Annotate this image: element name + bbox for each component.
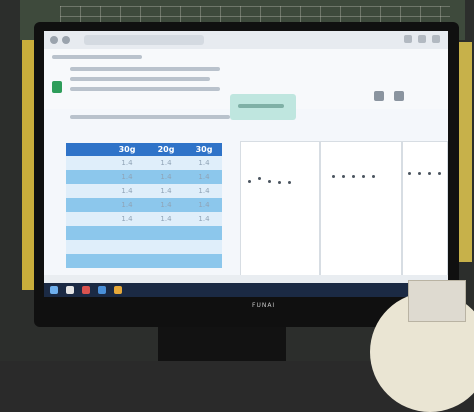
table-row: 1.4 1.4 1.4: [66, 198, 222, 212]
taskbar: [44, 283, 448, 297]
sheets-logo-icon: [52, 81, 62, 93]
folder-icon[interactable]: [114, 286, 122, 294]
table-cell[interactable]: 1.4: [148, 170, 184, 184]
table-row: [66, 240, 222, 254]
browser-tab-bar: [44, 31, 448, 49]
chart-panel-1[interactable]: [240, 141, 320, 276]
table-cell[interactable]: [66, 198, 109, 212]
table-cell[interactable]: [66, 170, 109, 184]
sheet-tabs-bar[interactable]: [44, 275, 448, 283]
start-icon[interactable]: [50, 286, 58, 294]
monitor-screen: 30g 20g 30g 1.4 1.4 1.4 1.4 1.4 1.4 1.4 …: [44, 31, 448, 297]
close-icon[interactable]: [432, 35, 440, 43]
chart-point: [428, 172, 431, 175]
table-cell[interactable]: [66, 240, 109, 254]
back-icon[interactable]: [50, 36, 58, 44]
table-cell[interactable]: 1.4: [108, 184, 146, 198]
header-cell[interactable]: 20g: [148, 143, 184, 157]
header-cell[interactable]: 30g: [108, 143, 146, 157]
table-cell[interactable]: 1.4: [148, 184, 184, 198]
table-cell[interactable]: 1.4: [186, 184, 222, 198]
table-cell[interactable]: 1.4: [108, 198, 146, 212]
share-icon[interactable]: [394, 91, 404, 101]
chart-point: [352, 175, 355, 178]
table-cell[interactable]: [66, 184, 109, 198]
table-cell[interactable]: 1.4: [186, 170, 222, 184]
maximize-icon[interactable]: [418, 35, 426, 43]
chart-panel-3[interactable]: [402, 141, 448, 276]
chart-point: [288, 181, 291, 184]
table-row: 1.4 1.4 1.4: [66, 156, 222, 170]
table-cell[interactable]: [66, 156, 109, 170]
search-icon[interactable]: [66, 286, 74, 294]
chart-point: [268, 180, 271, 183]
monitor-brand-logo: FUNAI: [252, 302, 276, 309]
measuring-device: [408, 280, 466, 322]
table-cell[interactable]: [66, 254, 109, 268]
monitor-stand: [158, 327, 286, 361]
table-cell[interactable]: 1.4: [108, 212, 146, 226]
table-cell[interactable]: 1.4: [186, 212, 222, 226]
app-icon[interactable]: [82, 286, 90, 294]
table-cell[interactable]: 1.4: [108, 170, 146, 184]
chart-point: [258, 177, 261, 180]
data-table: 30g 20g 30g 1.4 1.4 1.4 1.4 1.4 1.4 1.4 …: [66, 143, 222, 268]
chart-point: [332, 175, 335, 178]
table-row: [66, 226, 222, 240]
chart-point: [408, 172, 411, 175]
chart-point: [248, 180, 251, 183]
table-cell[interactable]: 1.4: [186, 156, 222, 170]
table-row: 1.4 1.4 1.4: [66, 212, 222, 226]
chart-point: [438, 172, 441, 175]
formula-bar[interactable]: [70, 115, 230, 119]
header-cell[interactable]: [66, 143, 109, 157]
chart-point: [372, 175, 375, 178]
notification-toast: [230, 94, 296, 120]
chart-panel-2[interactable]: [320, 141, 402, 276]
reload-icon[interactable]: [62, 36, 70, 44]
browser-tab[interactable]: [84, 35, 204, 45]
chart-point: [418, 172, 421, 175]
table-row: 1.4 1.4 1.4: [66, 170, 222, 184]
table-cell[interactable]: 1.4: [108, 156, 146, 170]
comment-icon[interactable]: [374, 91, 384, 101]
table-header-row: 30g 20g 30g: [66, 143, 222, 156]
table-cell[interactable]: 1.4: [148, 156, 184, 170]
table-cell[interactable]: 1.4: [148, 212, 184, 226]
table-cell[interactable]: 1.4: [186, 198, 222, 212]
table-cell[interactable]: [66, 226, 109, 240]
chart-point: [342, 175, 345, 178]
app-icon[interactable]: [98, 286, 106, 294]
table-cell[interactable]: [66, 212, 109, 226]
table-cell[interactable]: 1.4: [148, 198, 184, 212]
chart-point: [362, 175, 365, 178]
chart-point: [278, 181, 281, 184]
minimize-icon[interactable]: [404, 35, 412, 43]
sheet-toolbar: [44, 49, 448, 120]
header-cell[interactable]: 30g: [186, 143, 222, 157]
table-row: 1.4 1.4 1.4: [66, 184, 222, 198]
table-row: [66, 254, 222, 268]
